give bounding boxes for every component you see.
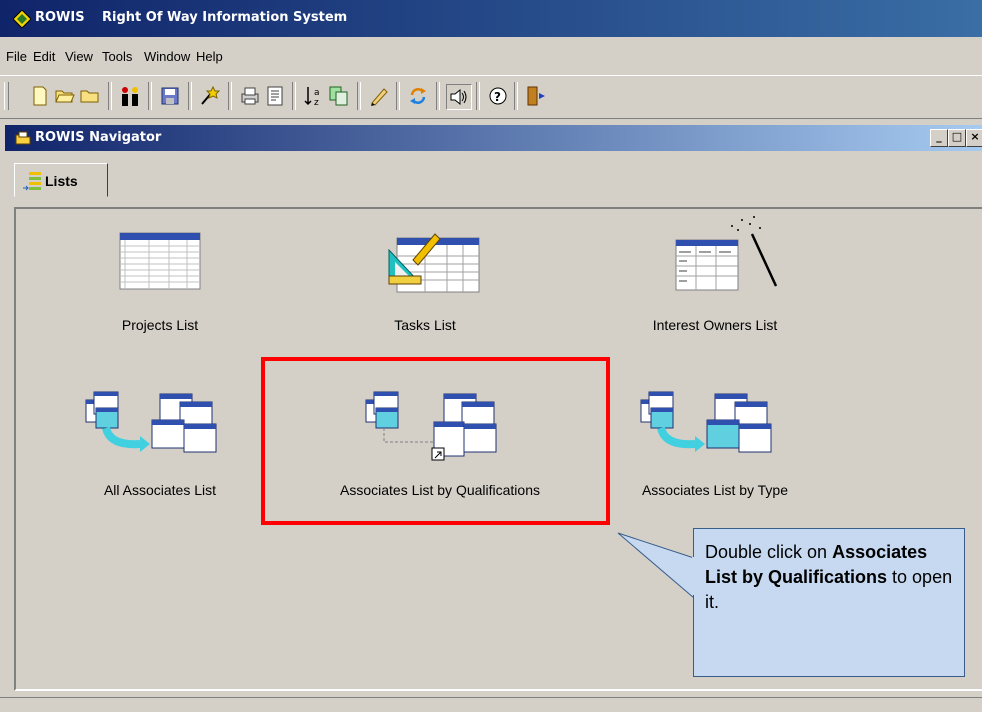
app-titlebar: ROWIS Right Of Way Information System [0, 0, 982, 37]
status-bar [0, 697, 982, 712]
tasks-list-icon [388, 233, 480, 293]
interest-owners-list-icon [675, 216, 778, 291]
svg-text:?: ? [494, 90, 501, 104]
toolbar-separator [108, 82, 112, 110]
toolbar-separator [292, 82, 296, 110]
sort-az-icon[interactable]: az [302, 84, 326, 108]
menu-window[interactable]: Window [144, 49, 190, 64]
app-title: Right Of Way Information System [102, 10, 348, 25]
menu-tools[interactable]: Tools [102, 49, 132, 64]
associates-list-by-type-label: Associates List by Type [641, 482, 789, 498]
tab-lists-label: Lists [45, 173, 78, 189]
highlight-box [261, 357, 610, 525]
toolbar-separator [357, 82, 361, 110]
all-associates-list-label: All Associates List [103, 482, 217, 498]
all-associates-list-icon [85, 391, 217, 453]
wizard-icon[interactable] [198, 84, 222, 108]
toolbar: az ? [0, 75, 982, 119]
tasks-list-item[interactable]: Tasks List [365, 228, 485, 343]
menu-view[interactable]: View [65, 49, 93, 64]
associates-list-by-type-item[interactable]: Associates List by Type [640, 382, 788, 498]
associates-list-by-type-icon [640, 391, 772, 453]
toolbar-separator [148, 82, 152, 110]
menu-bar: File Edit View Tools Window Help [0, 37, 982, 75]
exit-door-icon[interactable] [524, 84, 548, 108]
toolbar-separator [188, 82, 192, 110]
navigator-icon [15, 131, 31, 145]
navigator-title: ROWIS Navigator [35, 130, 162, 145]
callout-joint [692, 557, 698, 595]
toolbar-separator [514, 82, 518, 110]
navigator-titlebar: ROWIS Navigator _ □ × [5, 125, 982, 151]
toolbar-separator [436, 82, 440, 110]
people-icon[interactable] [118, 84, 142, 108]
new-icon[interactable] [28, 84, 52, 108]
toolbar-grip[interactable] [4, 82, 9, 110]
toolbar-separator [396, 82, 400, 110]
copy-icon[interactable] [327, 84, 351, 108]
menu-file[interactable]: File [6, 49, 27, 64]
open-folder-icon[interactable] [53, 84, 77, 108]
save-icon[interactable] [158, 84, 182, 108]
minimize-button[interactable]: _ [930, 129, 948, 147]
svg-text:z: z [314, 98, 319, 107]
svg-text:a: a [314, 88, 320, 98]
folder-icon[interactable] [78, 84, 102, 108]
tasks-list-label: Tasks List [394, 317, 456, 333]
help-icon[interactable]: ? [486, 84, 510, 108]
app-logo-icon [13, 10, 31, 28]
report-icon[interactable] [263, 84, 287, 108]
projects-list-label: Projects List [121, 317, 199, 333]
toolbar-separator [476, 82, 480, 110]
maximize-button[interactable]: □ [948, 129, 966, 147]
callout-text: Double click on Associates List by Quali… [705, 540, 955, 615]
toolbar-separator [228, 82, 232, 110]
projects-list-item[interactable]: Projects List [100, 228, 220, 343]
callout-line1: Double click on [705, 542, 833, 562]
app-name: ROWIS [35, 10, 85, 25]
tab-lists[interactable]: Lists [14, 163, 108, 197]
close-button[interactable]: × [966, 129, 982, 147]
projects-list-icon [119, 232, 201, 290]
interest-owners-list-label: Interest Owners List [652, 317, 778, 333]
edit-pencil-icon[interactable] [367, 84, 391, 108]
refresh-icon[interactable] [406, 84, 430, 108]
print-icon[interactable] [238, 84, 262, 108]
menu-help[interactable]: Help [196, 49, 223, 64]
sound-icon[interactable] [446, 84, 472, 110]
interest-owners-list-item[interactable]: Interest Owners List [653, 212, 778, 343]
all-associates-list-item[interactable]: All Associates List [85, 382, 220, 498]
menu-edit[interactable]: Edit [33, 49, 55, 64]
list-icon [23, 172, 41, 191]
